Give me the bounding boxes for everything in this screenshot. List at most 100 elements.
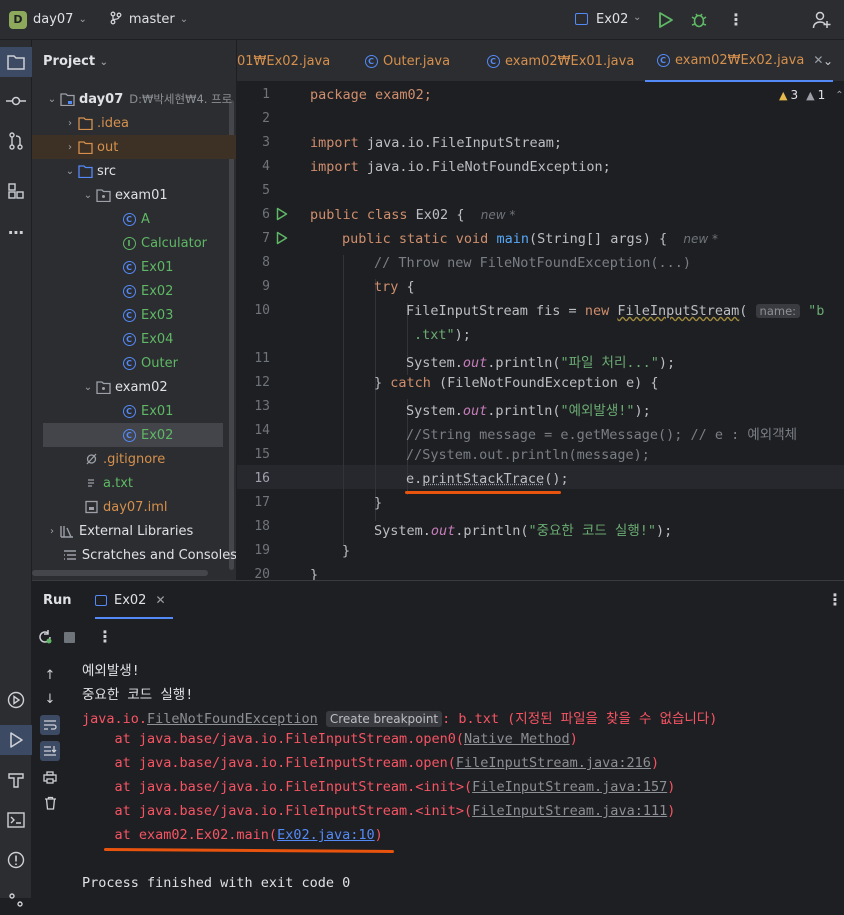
tree-row-outer[interactable]: C Outer <box>32 351 236 375</box>
project-badge[interactable]: D <box>9 10 27 29</box>
tree-row-scratches[interactable]: Scratches and Consoles <box>32 543 236 567</box>
run-icon[interactable] <box>658 11 674 33</box>
chevron-down-icon[interactable]: ⌄ <box>81 382 95 393</box>
git-icon[interactable] <box>0 885 32 915</box>
run-panel-title[interactable]: Run <box>43 581 72 619</box>
chevron-down-icon[interactable]: ⌄ <box>78 14 86 25</box>
code-line[interactable]: //String message = e.getMessage(); // e … <box>406 423 797 443</box>
more-options-icon[interactable]: ⋮ <box>728 10 744 29</box>
tree-row-exam02-ex01[interactable]: C Ex01 <box>32 399 236 423</box>
tree-row-external-libraries[interactable]: › External Libraries <box>32 519 236 543</box>
console-line[interactable]: Process finished with exit code 0 <box>82 875 350 891</box>
tabs-overflow-chevron-icon[interactable]: ⌄ <box>823 40 833 82</box>
structure-icon[interactable] <box>0 176 32 206</box>
run-gutter-icon[interactable] <box>276 207 288 225</box>
stack-link[interactable]: Ex02.java:10 <box>277 827 375 843</box>
services-icon[interactable] <box>0 685 32 715</box>
code-line[interactable]: } <box>310 567 318 580</box>
tab-exam02-ex01[interactable]: C exam02₩Ex01.java <box>485 40 634 82</box>
add-user-icon[interactable] <box>812 10 832 34</box>
tree-row-exam01[interactable]: ⌄ exam01 <box>32 183 236 207</box>
chevron-right-icon[interactable]: › <box>63 118 77 129</box>
console-line[interactable]: java.io.FileNotFoundException Create bre… <box>82 707 717 727</box>
project-tool-icon[interactable] <box>0 47 32 77</box>
soft-wrap-icon[interactable] <box>40 715 60 735</box>
chevron-down-icon[interactable]: ⌄ <box>63 166 77 177</box>
run-config-name[interactable]: Ex02 <box>596 12 628 27</box>
tree-row-exam02-ex02[interactable]: C Ex02 <box>43 423 223 447</box>
tree-row-gitignore[interactable]: .gitignore <box>32 447 236 471</box>
problems-icon[interactable] <box>0 845 32 875</box>
console-line[interactable]: at exam02.Ex02.main(Ex02.java:10) <box>82 827 383 843</box>
stack-link[interactable]: FileInputStream.java:216 <box>456 755 651 771</box>
console-line[interactable]: at java.base/java.io.FileInputStream.<in… <box>82 779 676 795</box>
chevron-up-icon[interactable]: ⌃ <box>835 90 843 101</box>
trash-icon[interactable] <box>40 793 60 813</box>
horizontal-scrollbar[interactable] <box>32 570 208 576</box>
stop-icon[interactable] <box>64 632 75 643</box>
project-panel-title[interactable]: Project ⌄ <box>43 54 108 69</box>
chevron-down-icon[interactable]: ⌄ <box>81 190 95 201</box>
tab-exam01-ex02[interactable]: 01₩Ex02.java <box>237 40 330 82</box>
more-options-icon[interactable]: ⋮ <box>97 627 113 646</box>
code-line[interactable]: import java.io.FileNotFoundException; <box>310 159 611 175</box>
stack-link[interactable]: FileInputStream.java:157 <box>472 779 667 795</box>
terminal-icon[interactable] <box>0 805 32 835</box>
code-line[interactable]: //System.out.println(message); <box>406 447 650 463</box>
commit-icon[interactable] <box>0 86 32 116</box>
code-line[interactable]: import java.io.FileInputStream; <box>310 135 562 151</box>
code-line[interactable]: try { <box>374 279 415 295</box>
project-name[interactable]: day07 <box>33 12 73 27</box>
chevron-down-icon[interactable]: ⌄ <box>180 14 188 25</box>
chevron-right-icon[interactable]: › <box>63 142 77 153</box>
more-tools-icon[interactable]: ⋯ <box>0 217 32 247</box>
code-line[interactable]: // Throw new FileNotFoundException(...) <box>374 255 691 271</box>
tree-row-out[interactable]: › out <box>32 135 236 159</box>
debug-icon[interactable] <box>690 11 708 33</box>
print-icon[interactable] <box>40 767 60 787</box>
code-line-wrap[interactable]: .txt"); <box>414 327 471 343</box>
code-line[interactable]: } <box>342 543 350 559</box>
tree-row-ex04[interactable]: C Ex04 <box>32 327 236 351</box>
tree-row-ex03[interactable]: C Ex03 <box>32 303 236 327</box>
close-icon[interactable]: ✕ <box>813 53 823 67</box>
code-line[interactable]: FileInputStream fis = new FileInputStrea… <box>406 303 824 319</box>
run-tab-ex02[interactable]: Ex02 ✕ <box>95 581 166 619</box>
close-icon[interactable]: ✕ <box>155 593 165 607</box>
tree-row-calculator[interactable]: I Calculator <box>32 231 236 255</box>
pull-request-icon[interactable] <box>0 126 32 156</box>
inspections-widget[interactable]: ▲ 3 ▲ 1 ⌃ <box>779 88 844 102</box>
chevron-right-icon[interactable]: › <box>45 526 59 537</box>
code-line[interactable]: System.out.println("예외발생!"); <box>406 399 651 419</box>
branch-name[interactable]: master <box>129 12 175 27</box>
tab-outer[interactable]: C Outer.java <box>363 40 450 82</box>
tree-row-idea[interactable]: › .idea <box>32 111 236 135</box>
build-icon[interactable] <box>0 765 32 795</box>
tree-row-src[interactable]: ⌄ src <box>32 159 236 183</box>
code-line[interactable]: public class Ex02 { new * <box>310 207 515 223</box>
tree-row-iml[interactable]: day07.iml <box>32 495 236 519</box>
console-line[interactable]: at java.base/java.io.FileInputStream.ope… <box>82 755 660 771</box>
tree-row-day07[interactable]: ⌄ day07 D:₩박세현₩4. 프로 <box>32 87 236 111</box>
tree-row-ex01[interactable]: C Ex01 <box>32 255 236 279</box>
arrow-down-icon[interactable]: ↓ <box>40 689 60 709</box>
code-line[interactable]: public static void main(String[] args) {… <box>342 231 718 247</box>
rerun-icon[interactable] <box>37 629 53 649</box>
console-line[interactable]: 예외발생! <box>82 659 140 679</box>
tree-row-A[interactable]: C A <box>32 207 236 231</box>
code-line[interactable]: } catch (FileNotFoundException e) { <box>374 375 658 391</box>
tree-row-atxt[interactable]: a.txt <box>32 471 236 495</box>
code-line[interactable]: System.out.println("중요한 코드 실행!"); <box>374 519 672 539</box>
inlay-hint[interactable]: new * <box>481 208 516 222</box>
console-line[interactable]: at java.base/java.io.FileInputStream.<in… <box>82 803 676 819</box>
chevron-down-icon[interactable]: ⌄ <box>633 12 641 23</box>
exception-link[interactable]: FileNotFoundException <box>147 711 318 727</box>
code-line[interactable]: System.out.println("파일 처리..."); <box>406 351 675 371</box>
tab-exam02-ex02[interactable]: C exam02₩Ex02.java ✕ <box>645 40 834 82</box>
code-line[interactable]: e.printStackTrace(); <box>406 471 569 487</box>
console-line[interactable]: 중요한 코드 실행! <box>82 683 193 703</box>
code-line[interactable]: package exam02; <box>310 87 432 103</box>
stack-link[interactable]: Native Method <box>464 731 570 747</box>
scroll-to-end-icon[interactable] <box>40 741 60 761</box>
tree-row-ex02[interactable]: C Ex02 <box>32 279 236 303</box>
